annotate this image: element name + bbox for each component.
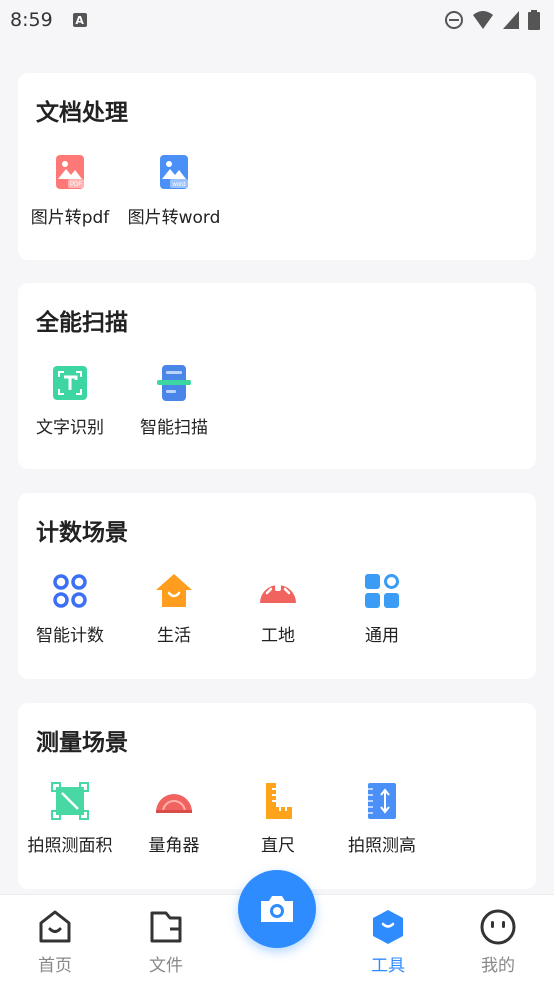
home-icon: [154, 571, 194, 611]
do-not-disturb-icon: [445, 11, 463, 29]
ruler-icon: [258, 781, 298, 821]
folder-icon: [146, 907, 186, 947]
card-counting-scenes: 计数场景 智能计数 生活 工地 通用: [18, 493, 536, 679]
protractor-icon: [154, 781, 194, 821]
image-pdf-icon: PDF: [50, 153, 90, 193]
tool-label: 工地: [261, 626, 295, 646]
tool-label: 智能计数: [36, 626, 104, 646]
camera-button[interactable]: [238, 870, 316, 948]
status-bar: 8:59 A: [0, 0, 554, 40]
tool-label: 智能扫描: [140, 418, 208, 438]
tab-label: 首页: [38, 956, 72, 976]
svg-text:word: word: [171, 182, 185, 188]
tool-label: 拍照测面积: [27, 836, 113, 856]
tab-profile[interactable]: 我的: [458, 907, 538, 976]
tool-smart-count[interactable]: 智能计数: [18, 571, 122, 646]
svg-text:PDF: PDF: [70, 182, 82, 188]
hard-hat-icon: [258, 571, 298, 611]
tool-image-to-word[interactable]: word 图片转word: [122, 153, 226, 228]
battery-icon: [528, 10, 540, 30]
tool-general[interactable]: 通用: [330, 571, 434, 646]
tool-photo-height[interactable]: 拍照测高: [330, 781, 434, 856]
tool-protractor[interactable]: 量角器: [122, 781, 226, 856]
signal-icon: [503, 11, 519, 29]
card-measurement-scenes: 测量场景 拍照测面积 量角器 直尺 拍照测高: [18, 703, 536, 889]
status-time: 8:59: [10, 9, 53, 31]
wifi-icon: [473, 11, 493, 29]
card-document-processing: 文档处理 PDF 图片转pdf word 图片转word: [18, 73, 536, 260]
smart-scan-icon: [154, 363, 194, 403]
tool-photo-area[interactable]: 拍照测面积: [18, 781, 122, 856]
tool-smart-scan[interactable]: 智能扫描: [122, 363, 226, 438]
card-all-scan: 全能扫描 文字识别 智能扫描: [18, 283, 536, 469]
tool-label: 生活: [157, 626, 191, 646]
smart-count-icon: [50, 571, 90, 611]
section-title: 全能扫描: [36, 310, 128, 336]
tab-label: 工具: [371, 956, 405, 976]
tool-construction-site[interactable]: 工地: [226, 571, 330, 646]
tool-label: 文字识别: [36, 418, 104, 438]
area-measure-icon: [50, 781, 90, 821]
section-title: 测量场景: [36, 730, 128, 756]
section-title: 文档处理: [36, 100, 128, 126]
tab-label: 我的: [481, 956, 515, 976]
home-tab-icon: [35, 907, 75, 947]
tool-label: 直尺: [261, 836, 295, 856]
tool-label: 图片转pdf: [30, 208, 110, 228]
accessibility-icon: A: [72, 13, 87, 27]
tab-files[interactable]: 文件: [126, 907, 206, 976]
height-measure-icon: [362, 781, 402, 821]
tab-tools[interactable]: 工具: [348, 907, 428, 976]
tool-label: 图片转word: [127, 208, 221, 228]
text-recognition-icon: [50, 363, 90, 403]
tool-image-to-pdf[interactable]: PDF 图片转pdf: [18, 153, 122, 228]
tab-label: 文件: [149, 956, 183, 976]
tool-text-recognition[interactable]: 文字识别: [18, 363, 122, 438]
tools-cube-icon: [368, 907, 408, 947]
tab-home[interactable]: 首页: [15, 907, 95, 976]
grid-apps-icon: [362, 571, 402, 611]
profile-face-icon: [478, 907, 518, 947]
camera-icon: [261, 896, 293, 922]
tool-label: 拍照测高: [348, 836, 416, 856]
section-title: 计数场景: [36, 520, 128, 546]
tool-life[interactable]: 生活: [122, 571, 226, 646]
tool-label: 通用: [365, 626, 399, 646]
tool-label: 量角器: [148, 836, 200, 856]
image-word-icon: word: [154, 153, 194, 193]
tool-ruler[interactable]: 直尺: [226, 781, 330, 856]
